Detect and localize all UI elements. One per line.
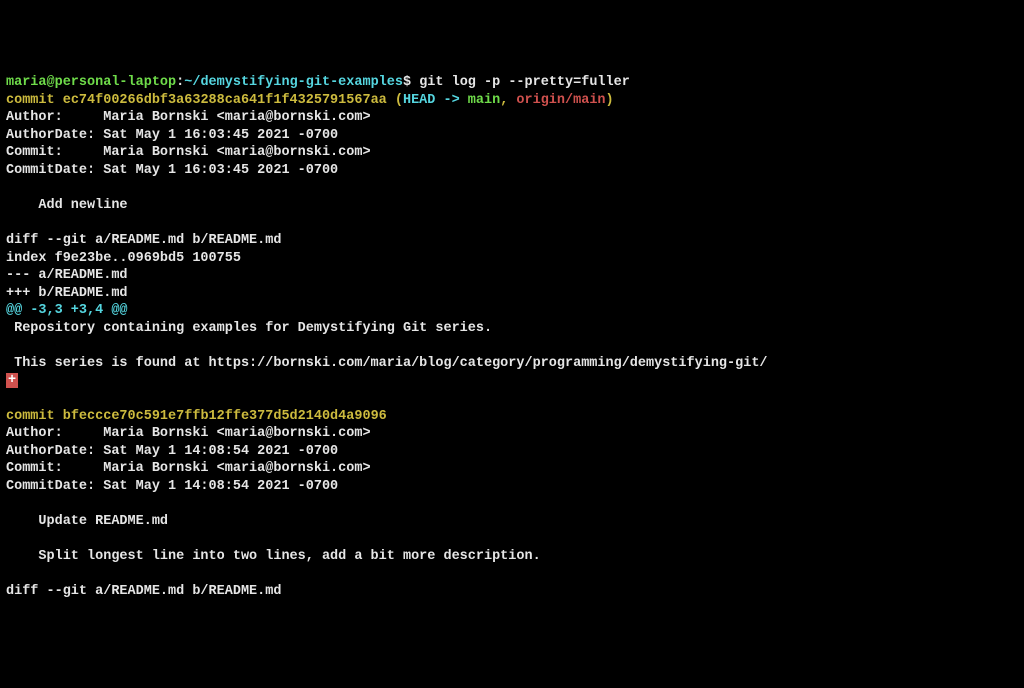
- hunk-header: @@ -3,3 +3,4 @@: [6, 303, 128, 318]
- prompt-user: maria@personal-laptop: [6, 75, 176, 90]
- prompt-command: git log -p --pretty=fuller: [419, 75, 630, 90]
- diff-context: This series is found at https://bornski.…: [6, 356, 768, 371]
- branch-origin: origin/main: [516, 93, 605, 108]
- commit-hash: bfeccce70c591e7ffb12ffe377d5d2140d4a9096: [63, 409, 387, 424]
- blank-line: [6, 390, 1018, 408]
- commitdate-line: CommitDate: Sat May 1 14:08:54 2021 -070…: [6, 479, 338, 494]
- author-line: Author: Maria Bornski <maria@bornski.com…: [6, 110, 371, 125]
- diff-minus-file: --- a/README.md: [6, 268, 128, 283]
- diff-command: diff --git a/README.md b/README.md: [6, 233, 281, 248]
- diff-command: diff --git a/README.md b/README.md: [6, 584, 281, 599]
- blank-line: [6, 495, 1018, 513]
- branch-main: main: [468, 93, 500, 108]
- head-ref: HEAD ->: [403, 93, 468, 108]
- commit-message: Add newline: [6, 198, 128, 213]
- authordate-line: AuthorDate: Sat May 1 16:03:45 2021 -070…: [6, 128, 338, 143]
- commit-prefix: commit: [6, 93, 63, 108]
- blank-line: [6, 179, 1018, 197]
- authordate-line: AuthorDate: Sat May 1 14:08:54 2021 -070…: [6, 444, 338, 459]
- commit-prefix: commit: [6, 409, 63, 424]
- commit-message-body: Split longest line into two lines, add a…: [6, 549, 541, 564]
- commit-message: Update README.md: [6, 514, 168, 529]
- prompt-dollar: $: [403, 75, 419, 90]
- blank-line: [6, 566, 1018, 584]
- terminal-output[interactable]: maria@personal-laptop:~/demystifying-git…: [6, 74, 1018, 600]
- diff-context: Repository containing examples for Demys…: [6, 321, 492, 336]
- blank-line: [6, 530, 1018, 548]
- paren-open: (: [395, 93, 403, 108]
- blank-line: [6, 337, 1018, 355]
- commitdate-line: CommitDate: Sat May 1 16:03:45 2021 -070…: [6, 163, 338, 178]
- diff-added-line: +: [6, 373, 18, 388]
- blank-line: [6, 215, 1018, 233]
- prompt-path: ~/demystifying-git-examples: [184, 75, 403, 90]
- comma: ,: [500, 93, 516, 108]
- commit-line: Commit: Maria Bornski <maria@bornski.com…: [6, 461, 371, 476]
- commit-header-1: commit ec74f00266dbf3a63288ca641f1f43257…: [6, 93, 614, 108]
- prompt-line: maria@personal-laptop:~/demystifying-git…: [6, 75, 630, 90]
- commit-hash: ec74f00266dbf3a63288ca641f1f4325791567aa: [63, 93, 395, 108]
- author-line: Author: Maria Bornski <maria@bornski.com…: [6, 426, 371, 441]
- paren-close: ): [606, 93, 614, 108]
- diff-plus-file: +++ b/README.md: [6, 286, 128, 301]
- commit-header-2: commit bfeccce70c591e7ffb12ffe377d5d2140…: [6, 409, 387, 424]
- commit-line: Commit: Maria Bornski <maria@bornski.com…: [6, 145, 371, 160]
- index-line: index f9e23be..0969bd5 100755: [6, 251, 241, 266]
